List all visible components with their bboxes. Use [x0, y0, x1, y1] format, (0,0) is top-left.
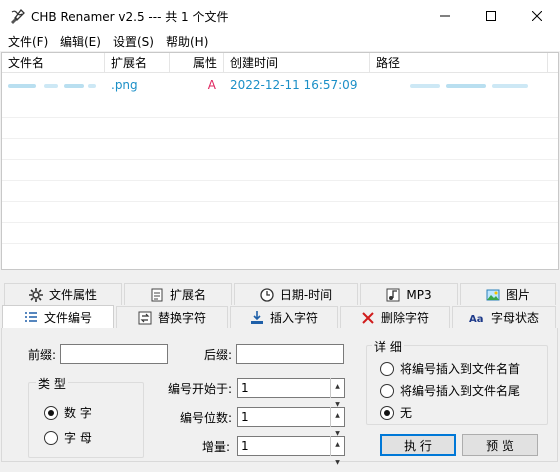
prefix-input[interactable]	[60, 344, 168, 364]
prefix-label: 前缀:	[28, 348, 57, 362]
radio-button[interactable]	[44, 430, 58, 445]
type-group-title: 类 型	[36, 375, 68, 392]
menu-settings[interactable]: 设置(S)	[113, 33, 154, 50]
gear-icon	[28, 287, 43, 302]
title-bar: CHB Renamer v2.5 --- 共 1 个文件	[0, 0, 560, 31]
cell-created: 2022-12-11 16:57:09	[230, 78, 358, 92]
minimize-icon	[440, 15, 450, 16]
grid-line	[2, 222, 558, 223]
numbered-list-icon	[24, 312, 37, 322]
radio-button[interactable]	[380, 405, 394, 420]
cell-path	[370, 74, 548, 96]
increment-label: 增量:	[202, 440, 231, 454]
radio-type-letter[interactable]: 字 母	[44, 429, 92, 446]
clock-icon	[260, 287, 274, 302]
window-title: CHB Renamer v2.5 --- 共 1 个文件	[31, 10, 229, 24]
column-header-filename[interactable]: 文件名	[2, 53, 105, 73]
close-button[interactable]	[514, 0, 560, 31]
radio-button[interactable]	[380, 361, 394, 376]
radio-insert-head[interactable]: 将编号插入到文件名首	[380, 360, 520, 377]
start-input[interactable]: 1 ▲ ▼	[237, 378, 345, 408]
tab-replace-characters[interactable]: 替换字符	[116, 306, 228, 328]
menu-help[interactable]: 帮助(H)	[166, 33, 208, 50]
svg-text:Aa: Aa	[469, 314, 484, 325]
execute-button[interactable]: 执 行	[380, 434, 456, 456]
menu-bar: 文件(F) 编辑(E) 设置(S) 帮助(H)	[0, 31, 560, 51]
radio-button[interactable]	[380, 383, 394, 398]
start-label: 编号开始于:	[168, 382, 233, 396]
radio-insert-tail[interactable]: 将编号插入到文件名尾	[380, 382, 520, 399]
tab-mp3[interactable]: MP3	[360, 283, 458, 305]
column-header-extension[interactable]: 扩展名	[105, 53, 170, 73]
grid-line	[2, 159, 558, 160]
table-row[interactable]: .png A 2022-12-11 16:57:09	[2, 74, 558, 96]
menu-file[interactable]: 文件(F)	[8, 33, 48, 50]
preview-button[interactable]: 预 览	[462, 434, 538, 456]
blurred-filename	[8, 83, 96, 88]
blurred-path	[410, 83, 528, 88]
tab-extension[interactable]: 扩展名	[124, 283, 232, 305]
file-list[interactable]: 文件名 扩展名 属性 创建时间 路径 .png A 2022-12-11 16:…	[1, 52, 559, 270]
digits-input[interactable]: 1 ▲ ▼	[237, 407, 345, 437]
column-header-path[interactable]: 路径	[370, 53, 548, 73]
grid-line	[2, 138, 558, 139]
grid-line	[2, 180, 558, 181]
maximize-icon	[486, 10, 496, 21]
column-header-created[interactable]: 创建时间	[224, 53, 370, 73]
replace-icon	[138, 311, 152, 324]
column-header-filler	[548, 53, 558, 73]
start-spinner[interactable]: ▲ ▼	[330, 378, 344, 408]
ribbon-pen-icon	[11, 9, 25, 24]
tab-insert-characters[interactable]: 插入字符	[230, 306, 338, 328]
detail-group-title: 详 细	[372, 338, 404, 355]
grid-line	[2, 201, 558, 202]
radio-button[interactable]	[44, 405, 58, 420]
cell-extension: .png	[111, 78, 138, 92]
cell-filename	[2, 74, 105, 96]
grid-line	[2, 243, 558, 244]
increment-input[interactable]: 1 ▲ ▼	[237, 436, 345, 466]
column-header-attribute[interactable]: 属性	[170, 53, 224, 73]
tab-file-numbering[interactable]: 文件编号	[2, 305, 114, 328]
music-note-icon	[386, 288, 400, 301]
suffix-input[interactable]	[236, 344, 344, 364]
picture-icon	[486, 289, 500, 300]
suffix-label: 后缀:	[204, 348, 233, 362]
tab-file-attributes[interactable]: 文件属性	[4, 283, 122, 305]
menu-edit[interactable]: 编辑(E)	[60, 33, 101, 50]
letter-case-icon: Aa	[469, 314, 484, 325]
grid-line	[2, 117, 558, 118]
tab-delete-characters[interactable]: 删除字符	[340, 306, 450, 328]
tab-picture[interactable]: 图片	[460, 283, 556, 305]
insert-arrow-icon	[250, 310, 263, 324]
minimize-button[interactable]	[422, 0, 468, 31]
close-icon	[532, 10, 542, 21]
increment-spinner[interactable]: ▲ ▼	[330, 436, 344, 466]
digits-label: 编号位数:	[180, 411, 233, 425]
radio-insert-none[interactable]: 无	[380, 404, 412, 421]
delete-x-icon	[362, 311, 374, 324]
radio-type-digit[interactable]: 数 字	[44, 404, 92, 421]
document-icon	[151, 288, 163, 301]
tab-letter-case[interactable]: Aa 字母状态	[452, 306, 556, 328]
maximize-button[interactable]	[468, 0, 514, 31]
cell-attribute: A	[207, 78, 216, 92]
digits-spinner[interactable]: ▲ ▼	[330, 407, 344, 437]
tab-date-time[interactable]: 日期-时间	[234, 283, 358, 305]
